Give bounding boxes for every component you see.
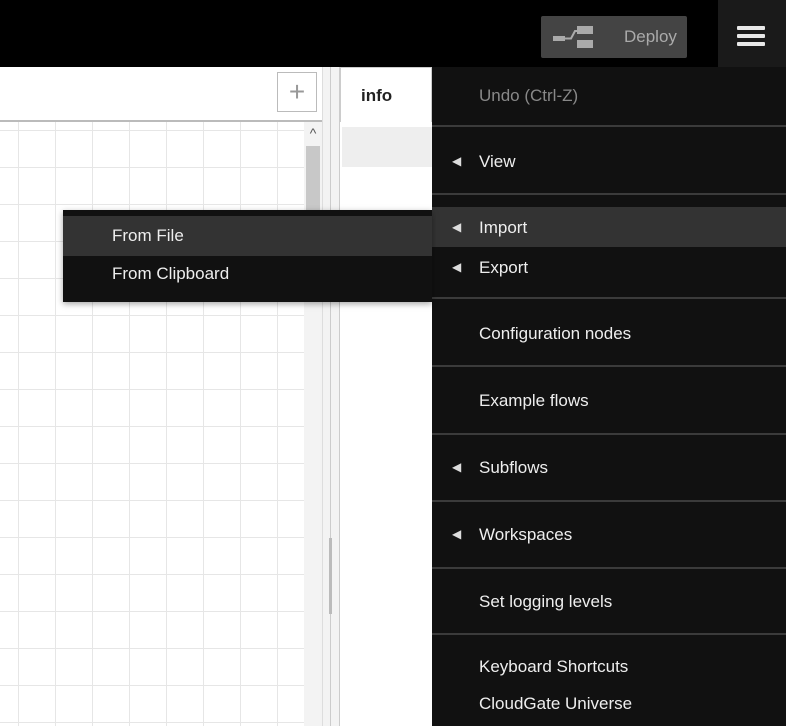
menu-item-label: View [479, 152, 516, 171]
menu-item-label: Workspaces [479, 525, 573, 544]
submenu-item-from-clipboard[interactable]: From Clipboard [63, 256, 432, 296]
menu-item-configuration-nodes[interactable]: Configuration nodes [432, 312, 786, 354]
menu-item-label: Keyboard Shortcuts [479, 657, 629, 676]
caret-left-icon: ◀ [452, 460, 462, 474]
menu-divider [432, 193, 786, 195]
tab-info[interactable]: info [340, 67, 432, 122]
menu-item-label: Set logging levels [479, 592, 613, 611]
main-menu-dropdown: Undo (Ctrl-Z) ◀ View ◀ Import ◀ Export C… [432, 67, 786, 726]
workspace-tab-bar: + [0, 67, 330, 122]
menu-item-export[interactable]: ◀ Export [432, 248, 786, 288]
import-submenu: From File From Clipboard [63, 210, 432, 302]
menu-divider [432, 125, 786, 127]
caret-left-icon: ◀ [452, 527, 462, 541]
menu-item-example-flows[interactable]: Example flows [432, 380, 786, 422]
info-toolbar [342, 127, 432, 167]
menu-item-label: Example flows [479, 391, 589, 410]
caret-left-icon: ◀ [452, 260, 462, 274]
menu-divider [432, 297, 786, 299]
caret-left-icon: ◀ [452, 220, 462, 234]
menu-item-set-logging-levels[interactable]: Set logging levels [432, 581, 786, 623]
caret-left-icon: ◀ [452, 154, 462, 168]
menu-item-subflows[interactable]: ◀ Subflows [432, 447, 786, 489]
add-tab-button[interactable]: + [277, 72, 317, 112]
menu-divider [432, 500, 786, 502]
menu-item-label: CloudGate Universe [479, 694, 633, 713]
main-menu-button[interactable] [718, 0, 786, 67]
submenu-item-label: From File [112, 226, 184, 245]
menu-item-view[interactable]: ◀ View [432, 141, 786, 183]
header-bar: Deploy [0, 0, 786, 67]
menu-item-label: Undo (Ctrl-Z) [479, 86, 579, 105]
menu-item-undo[interactable]: Undo (Ctrl-Z) [432, 67, 786, 125]
menu-item-workspaces[interactable]: ◀ Workspaces [432, 514, 786, 556]
deploy-label: Deploy [624, 27, 677, 46]
deploy-button[interactable]: Deploy [541, 16, 687, 58]
menu-divider [432, 365, 786, 367]
deploy-icon [553, 26, 593, 48]
menu-divider [432, 433, 786, 435]
submenu-item-label: From Clipboard [112, 264, 230, 283]
menu-item-label: Export [479, 258, 529, 277]
workspace: + ^ [0, 67, 330, 726]
separator-handle[interactable] [329, 538, 332, 614]
menu-divider [432, 633, 786, 635]
menu-item-import[interactable]: ◀ Import [432, 207, 786, 247]
menu-divider [432, 567, 786, 569]
menu-item-label: Configuration nodes [479, 324, 632, 343]
sidebar-separator[interactable] [330, 67, 340, 726]
menu-item-label: Import [479, 218, 528, 237]
workspace-edge [322, 67, 330, 726]
plus-icon: + [288, 76, 306, 107]
tab-info-label: info [361, 86, 393, 105]
menu-item-label: Subflows [479, 458, 548, 477]
menu-item-cloudgate-universe[interactable]: CloudGate Universe [432, 687, 786, 723]
scroll-up-icon[interactable]: ^ [304, 122, 322, 144]
menu-item-keyboard-shortcuts[interactable]: Keyboard Shortcuts [432, 649, 786, 685]
submenu-item-from-file[interactable]: From File [63, 216, 432, 256]
